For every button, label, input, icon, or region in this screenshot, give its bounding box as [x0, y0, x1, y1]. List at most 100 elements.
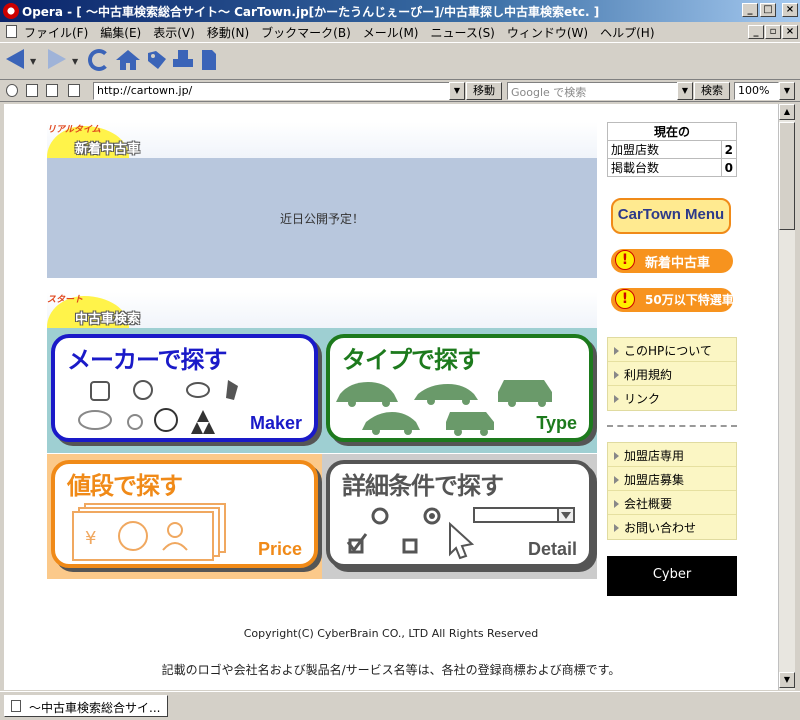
link-recruit[interactable]: 加盟店募集 [624, 473, 684, 487]
home-icon[interactable] [115, 49, 141, 71]
mdi-minimize-button[interactable]: _ [748, 25, 764, 39]
newcars-link-label: 新着中古車 [645, 256, 711, 271]
menu-edit[interactable]: 編集(E) [100, 24, 141, 41]
triangle-bullet-icon [614, 500, 619, 508]
type-search-button[interactable]: タイプで探す Type [326, 334, 593, 442]
address-dropdown-icon[interactable]: ▼ [449, 82, 465, 100]
link-links[interactable]: リンク [624, 392, 660, 406]
maker-search-button[interactable]: メーカーで探す Maker [51, 334, 318, 442]
type-search-tile[interactable]: タイプで探す Type [322, 328, 597, 453]
menu-help[interactable]: ヘルプ(H) [600, 24, 654, 41]
detail-search-button[interactable]: 詳細条件で探す Detail [326, 460, 593, 568]
search-header: スタート 中古車検索 [47, 292, 597, 330]
mdi-restore-button[interactable]: ▫ [765, 25, 781, 39]
link-terms[interactable]: 利用規約 [624, 368, 672, 382]
stats-value: 2 [720, 140, 738, 159]
scroll-down-icon[interactable]: ▼ [779, 672, 795, 688]
type-search-label: Type [536, 413, 577, 433]
list-item[interactable]: 利用規約 [608, 362, 736, 386]
link-contact[interactable]: お問い合わせ [624, 521, 696, 535]
bargain-cars-link-label: 50万以下特選車 [645, 293, 734, 307]
cyber-banner[interactable]: Cyber [607, 556, 737, 596]
link-member-only[interactable]: 加盟店専用 [624, 449, 684, 463]
mdi-close-button[interactable]: × [782, 25, 798, 39]
document-icon [6, 25, 17, 38]
type-search-title: タイプで探す [342, 346, 481, 374]
maker-search-label: Maker [249, 413, 302, 433]
zoom-select[interactable]: 100% [734, 82, 779, 100]
navigation-toolbar: ▼ ▼ [0, 42, 800, 80]
list-item[interactable]: 加盟店専用 [608, 443, 736, 467]
triangle-bullet-icon [614, 371, 619, 379]
page-icon[interactable] [200, 49, 218, 71]
list-item[interactable]: このHPについて [608, 338, 736, 362]
forward-dropdown-icon[interactable]: ▼ [72, 57, 78, 66]
search-input[interactable]: Google で検索 [507, 82, 679, 100]
maker-search-title: メーカーで探す [67, 346, 228, 374]
search-engine-dropdown-icon[interactable]: ▼ [677, 82, 693, 100]
new-page-icon[interactable] [46, 84, 58, 97]
menu-mail[interactable]: メール(M) [363, 24, 419, 41]
list-item[interactable]: 会社概要 [608, 491, 736, 515]
scroll-thumb[interactable] [779, 122, 795, 230]
menu-bookmarks[interactable]: ブックマーク(B) [261, 24, 351, 41]
menu-window[interactable]: ウィンドウ(W) [507, 24, 588, 41]
window-title: Opera - [ ～中古車検索総合サイト～ CarTown.jp[かーたうんじ… [22, 5, 600, 19]
member-links: 加盟店専用 加盟店募集 会社概要 お問い合わせ [607, 442, 737, 540]
maximize-button[interactable]: □ [760, 3, 776, 17]
newcars-title: 新着中古車 [75, 142, 141, 157]
address-toolbar: http://cartown.jp/ ▼ 移動 Google で検索 ▼ 検索 … [0, 80, 800, 102]
lock-icon[interactable] [6, 84, 18, 97]
maker-search-tile[interactable]: メーカーで探す Maker [47, 328, 322, 453]
scroll-up-icon[interactable]: ▲ [779, 104, 795, 120]
stats-header: 現在の [607, 122, 737, 141]
close-button[interactable]: × [782, 3, 798, 17]
link-about[interactable]: このHPについて [624, 344, 712, 358]
stats-label: 加盟店数 [607, 140, 722, 159]
list-item[interactable]: 加盟店募集 [608, 467, 736, 491]
exclamation-icon: ! [615, 250, 635, 270]
address-input[interactable]: http://cartown.jp/ [93, 82, 465, 100]
newcars-link[interactable]: ! 新着中古車 [611, 249, 733, 273]
print-icon[interactable] [172, 49, 194, 71]
coming-soon-message: 近日公開予定！ [279, 212, 364, 226]
back-icon[interactable] [6, 49, 24, 69]
search-title: 中古車検索 [75, 312, 141, 327]
link-company[interactable]: 会社概要 [624, 497, 672, 511]
search-grid: メーカーで探す Maker タイプで探す Type 値段で探す ¥ Price … [47, 328, 597, 579]
go-button[interactable]: 移動 [466, 82, 502, 100]
forward-icon[interactable] [48, 49, 66, 69]
hotlist-icon[interactable] [146, 49, 168, 71]
zoom-dropdown-icon[interactable]: ▼ [779, 82, 795, 100]
minimize-button[interactable]: _ [742, 3, 758, 17]
triangle-bullet-icon [614, 476, 619, 484]
maker-logos-icon [78, 380, 238, 434]
triangle-bullet-icon [614, 524, 619, 532]
document-icon [11, 700, 21, 712]
triangle-bullet-icon [614, 452, 619, 460]
banknote-icon: ¥ [72, 503, 226, 561]
reload-icon[interactable] [88, 49, 110, 71]
price-search-button[interactable]: 値段で探す ¥ Price [51, 460, 318, 568]
title-bar: Opera - [ ～中古車検索総合サイト～ CarTown.jp[かーたうんじ… [0, 0, 800, 22]
menu-view[interactable]: 表示(V) [153, 24, 195, 41]
price-search-tile[interactable]: 値段で探す ¥ Price [47, 454, 322, 579]
exclamation-icon: ! [615, 289, 635, 309]
security-icon[interactable] [26, 84, 38, 97]
status-bar: ～中古車検索総合サイ... [0, 691, 800, 720]
back-dropdown-icon[interactable]: ▼ [30, 57, 36, 66]
cartown-menu-button[interactable]: CarTown Menu [611, 198, 731, 234]
list-item[interactable]: お問い合わせ [608, 515, 736, 539]
menu-news[interactable]: ニュース(S) [430, 24, 494, 41]
bargain-cars-link[interactable]: ! 50万以下特選車 [611, 288, 734, 312]
page-tab[interactable]: ～中古車検索総合サイ... [4, 695, 168, 717]
print-preview-icon[interactable] [68, 84, 80, 97]
detail-search-tile[interactable]: 詳細条件で探す Detail [322, 454, 597, 579]
menu-file[interactable]: ファイル(F) [24, 24, 88, 41]
menu-navigate[interactable]: 移動(N) [207, 24, 249, 41]
search-button[interactable]: 検索 [694, 82, 730, 100]
vertical-scrollbar[interactable]: ▲ ▼ [778, 104, 795, 690]
list-item[interactable]: リンク [608, 386, 736, 410]
triangle-bullet-icon [614, 347, 619, 355]
search-subtitle: スタート [47, 295, 84, 305]
